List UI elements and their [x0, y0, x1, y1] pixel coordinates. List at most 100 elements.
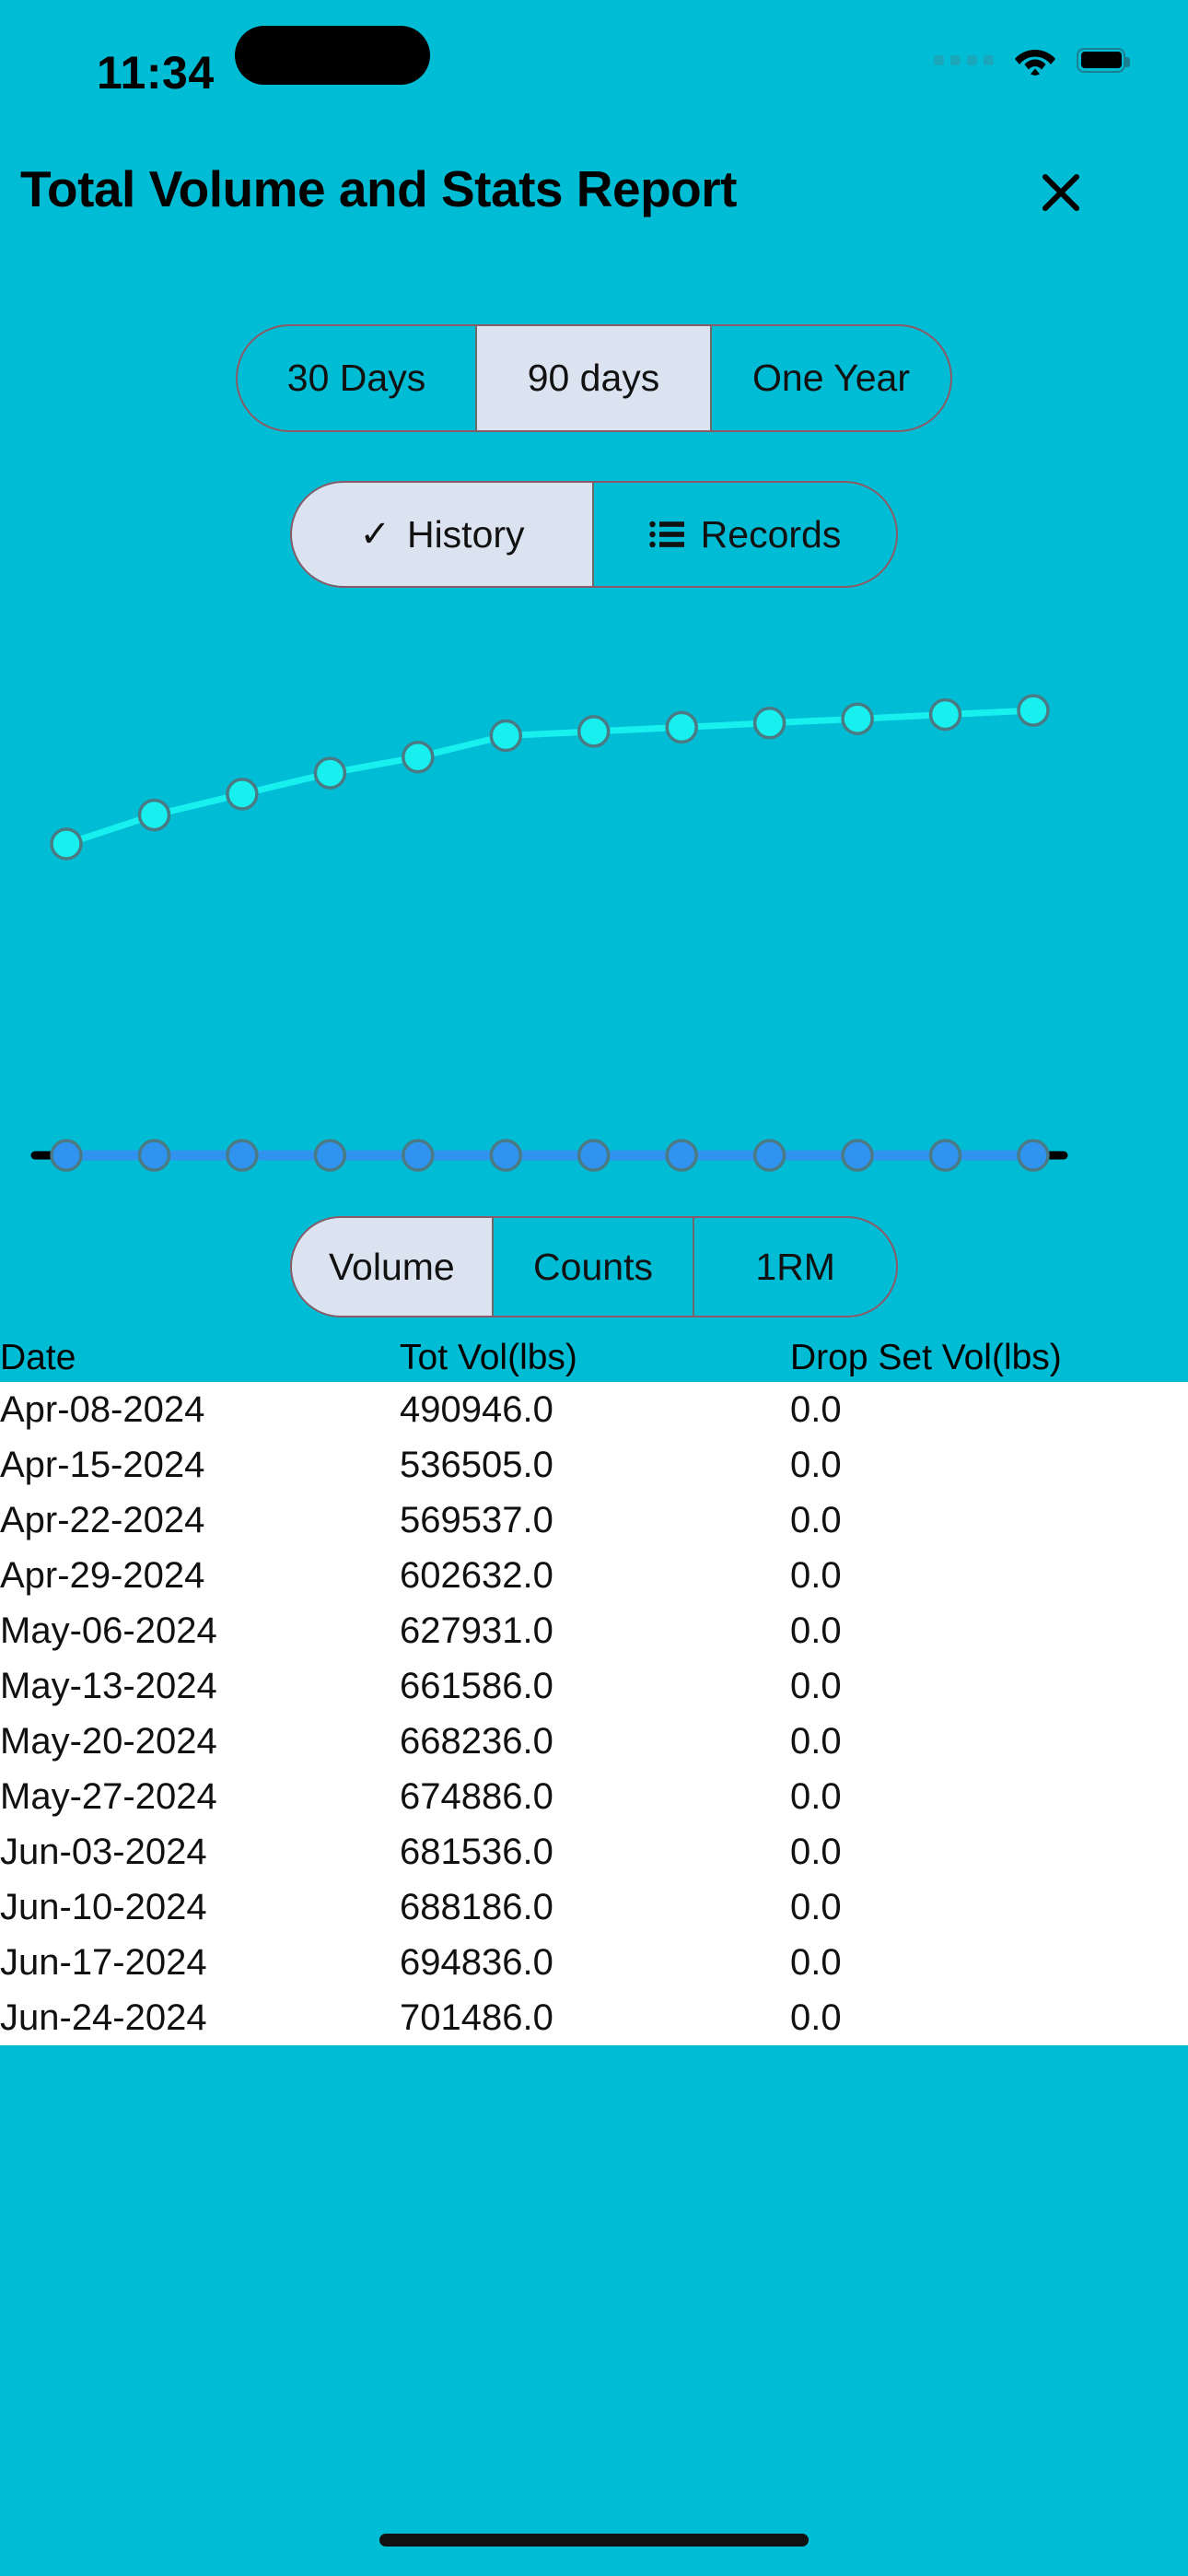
- chart-data-point: [226, 1139, 259, 1172]
- table-row[interactable]: Apr-15-2024 536505.0 0.0: [0, 1437, 1188, 1493]
- table-row[interactable]: Jun-17-2024 694836.0 0.0: [0, 1935, 1188, 1990]
- column-header-drop-set-vol: Drop Set Vol(lbs): [790, 1338, 1062, 1377]
- mode-option-history[interactable]: ✓ History: [292, 483, 594, 586]
- cell-tot-vol: 602632.0: [400, 1555, 553, 1596]
- metric-option-1rm[interactable]: 1RM: [694, 1218, 896, 1316]
- chart-data-point: [1017, 1139, 1050, 1172]
- metric-option-counts-label: Counts: [533, 1245, 653, 1288]
- cell-tot-vol: 701486.0: [400, 1997, 553, 2038]
- cell-drop-set-vol: 0.0: [790, 1445, 842, 1485]
- cell-date: May-27-2024: [0, 1776, 217, 1817]
- metric-segmented-control[interactable]: Volume Counts 1RM: [290, 1216, 898, 1317]
- chart-data-point: [577, 715, 611, 748]
- wifi-icon: [1014, 44, 1056, 76]
- cell-date: May-06-2024: [0, 1610, 217, 1651]
- chart-data-point: [752, 707, 786, 740]
- status-bar: 11:34: [0, 0, 1188, 120]
- range-option-one-year-label: One Year: [752, 357, 910, 399]
- chart-series-secondary-markers: [50, 1139, 1050, 1172]
- cell-drop-set-vol: 0.0: [790, 1500, 842, 1540]
- mode-option-records-label: Records: [700, 512, 842, 556]
- table-row[interactable]: Jun-03-2024 681536.0 0.0: [0, 1824, 1188, 1879]
- chart-data-point: [402, 1139, 435, 1172]
- metric-option-1rm-label: 1RM: [755, 1245, 835, 1288]
- column-header-tot-vol: Tot Vol(lbs): [400, 1338, 577, 1377]
- mode-segmented-control[interactable]: ✓ History Records: [290, 481, 898, 588]
- cell-drop-set-vol: 0.0: [790, 1887, 842, 1927]
- table-row[interactable]: May-06-2024 627931.0 0.0: [0, 1603, 1188, 1658]
- time-range-segmented-control[interactable]: 30 Days 90 days One Year: [236, 324, 952, 432]
- home-indicator: [379, 2534, 809, 2547]
- chart-data-point: [752, 1139, 786, 1172]
- chart-data-point: [577, 1139, 611, 1172]
- cell-date: May-13-2024: [0, 1666, 217, 1706]
- cell-tot-vol: 661586.0: [400, 1666, 553, 1706]
- table-row[interactable]: Apr-22-2024 569537.0 0.0: [0, 1493, 1188, 1548]
- cell-tot-vol: 569537.0: [400, 1500, 553, 1540]
- table-row[interactable]: Apr-29-2024 602632.0 0.0: [0, 1548, 1188, 1603]
- chart-data-point: [841, 1139, 874, 1172]
- chart-series-primary-markers: [50, 694, 1050, 861]
- table-row[interactable]: May-13-2024 661586.0 0.0: [0, 1658, 1188, 1714]
- cell-drop-set-vol: 0.0: [790, 1997, 842, 2038]
- volume-line-chart: [0, 608, 1188, 1253]
- chart-data-point: [313, 756, 347, 790]
- chart-data-point: [928, 697, 962, 732]
- cell-date: May-20-2024: [0, 1721, 217, 1762]
- chart-data-point: [489, 1139, 523, 1172]
- status-bar-indicators: [934, 44, 1130, 76]
- chart-data-point: [928, 1139, 962, 1172]
- close-icon: [1039, 170, 1083, 215]
- column-header-date: Date: [0, 1338, 76, 1377]
- cell-tot-vol: 627931.0: [400, 1610, 553, 1651]
- chart-data-point: [1017, 694, 1050, 727]
- table-row[interactable]: May-27-2024 674886.0 0.0: [0, 1769, 1188, 1824]
- mode-option-history-label: History: [406, 512, 525, 556]
- cell-date: Apr-08-2024: [0, 1389, 205, 1430]
- range-option-30-days[interactable]: 30 Days: [238, 326, 477, 430]
- chart-data-point: [841, 702, 874, 735]
- metric-option-counts[interactable]: Counts: [494, 1218, 695, 1316]
- cell-date: Jun-17-2024: [0, 1942, 207, 1983]
- table-row[interactable]: May-20-2024 668236.0 0.0: [0, 1714, 1188, 1769]
- close-button[interactable]: [1031, 163, 1090, 222]
- range-option-90-days[interactable]: 90 days: [477, 326, 712, 430]
- status-bar-clock: 11:34: [97, 47, 215, 99]
- table-row[interactable]: Apr-08-2024 490946.0 0.0: [0, 1382, 1188, 1437]
- table-body: Apr-08-2024 490946.0 0.0 Apr-15-2024 536505.…: [0, 1382, 1188, 2045]
- range-option-30-days-label: 30 Days: [286, 357, 426, 399]
- cell-drop-set-vol: 0.0: [790, 1832, 842, 1872]
- cell-drop-set-vol: 0.0: [790, 1942, 842, 1983]
- table-header-row: Date Tot Vol(lbs) Drop Set Vol(lbs): [0, 1334, 1188, 1382]
- chart-svg: [30, 694, 1068, 1172]
- cell-drop-set-vol: 0.0: [790, 1555, 842, 1596]
- chart-data-point: [489, 719, 523, 753]
- mode-option-records[interactable]: Records: [594, 483, 896, 586]
- stats-table: Date Tot Vol(lbs) Drop Set Vol(lbs) Apr-…: [0, 1334, 1188, 2045]
- chart-data-point: [137, 798, 171, 832]
- cell-drop-set-vol: 0.0: [790, 1666, 842, 1706]
- chart-data-point: [137, 1139, 171, 1172]
- table-row[interactable]: Jun-10-2024 688186.0 0.0: [0, 1879, 1188, 1935]
- cell-drop-set-vol: 0.0: [790, 1776, 842, 1817]
- cell-drop-set-vol: 0.0: [790, 1389, 842, 1430]
- cell-tot-vol: 490946.0: [400, 1389, 553, 1430]
- cell-tot-vol: 668236.0: [400, 1721, 553, 1762]
- range-option-one-year[interactable]: One Year: [712, 326, 950, 430]
- chart-data-point: [665, 1139, 698, 1172]
- dynamic-island: [235, 26, 430, 85]
- table-row[interactable]: Jun-24-2024 701486.0 0.0: [0, 1990, 1188, 2045]
- cell-date: Apr-15-2024: [0, 1445, 205, 1485]
- chart-data-point: [50, 827, 83, 861]
- cell-drop-set-vol: 0.0: [790, 1610, 842, 1651]
- page-header: Total Volume and Stats Report: [0, 161, 1188, 253]
- check-icon: ✓: [359, 514, 390, 555]
- chart-data-point: [50, 1139, 83, 1172]
- range-option-90-days-label: 90 days: [527, 357, 660, 399]
- cell-date: Apr-22-2024: [0, 1500, 205, 1540]
- list-icon: [648, 521, 684, 548]
- metric-option-volume[interactable]: Volume: [292, 1218, 494, 1316]
- chart-data-point: [313, 1139, 347, 1172]
- cell-tot-vol: 536505.0: [400, 1445, 553, 1485]
- cell-drop-set-vol: 0.0: [790, 1721, 842, 1762]
